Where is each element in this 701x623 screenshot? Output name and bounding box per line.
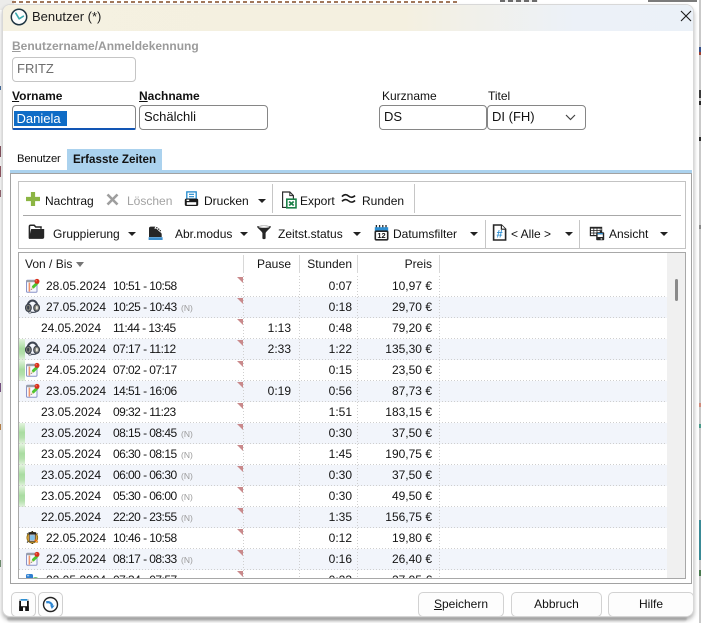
svg-text:12: 12: [377, 231, 385, 240]
svg-text:#: #: [497, 229, 503, 241]
